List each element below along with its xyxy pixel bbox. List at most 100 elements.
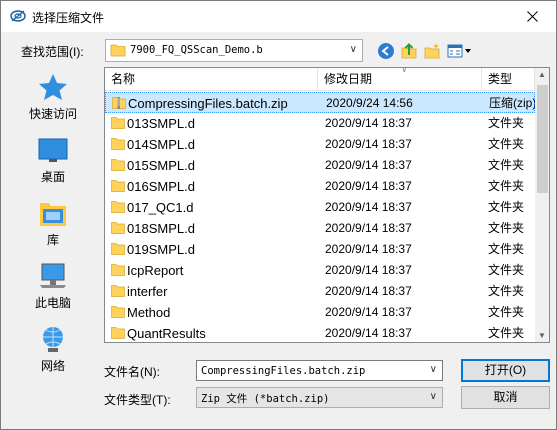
file-type: 文件夹 xyxy=(488,305,525,319)
scroll-thumb[interactable] xyxy=(537,85,548,193)
file-type: 文件夹 xyxy=(488,326,525,340)
file-row[interactable]: 017_QC1.d 2020/9/14 18:37 文件夹 xyxy=(105,197,535,218)
filetype-label: 文件类型(T): xyxy=(104,393,171,407)
place-quick-access[interactable]: 快速访问 xyxy=(9,68,97,128)
lookin-combo[interactable]: 7900_FQ_QSScan_Demo.b ∨ xyxy=(105,39,363,62)
chevron-down-icon[interactable]: ∨ xyxy=(430,391,437,402)
title-bar[interactable]: 选择压缩文件 xyxy=(1,1,556,32)
sort-chevron-icon: ∨ xyxy=(401,67,408,74)
lookin-label: 查找范围(I): xyxy=(21,45,84,59)
view-menu-button[interactable] xyxy=(446,40,474,62)
up-folder-button[interactable] xyxy=(398,40,420,62)
file-type: 文件夹 xyxy=(488,284,525,298)
app-icon xyxy=(10,8,26,24)
file-row[interactable]: IcpReport 2020/9/14 18:37 文件夹 xyxy=(105,260,535,281)
place-label: 桌面 xyxy=(40,170,65,184)
folder-icon xyxy=(111,158,125,172)
open-button[interactable]: 打开(O) xyxy=(461,359,550,382)
up-folder-icon xyxy=(401,43,417,59)
file-date: 2020/9/14 18:37 xyxy=(325,326,412,340)
vertical-scrollbar[interactable]: ▲ ▼ xyxy=(535,68,549,342)
cancel-button[interactable]: 取消 xyxy=(461,386,550,409)
file-type: 文件夹 xyxy=(488,221,525,235)
filename-combo[interactable]: ∨ xyxy=(196,360,443,381)
column-header-name[interactable]: 名称 xyxy=(105,68,318,90)
file-row[interactable]: CompressingFiles.batch.zip 2020/9/24 14:5… xyxy=(105,92,536,113)
list-header: 名称 修改日期 ∨ 类型 xyxy=(105,68,535,91)
place-library[interactable]: 库 xyxy=(9,194,97,254)
file-date: 2020/9/14 18:37 xyxy=(325,116,412,130)
file-date: 2020/9/14 18:37 xyxy=(325,242,412,256)
zip-icon xyxy=(112,96,126,110)
file-type: 文件夹 xyxy=(488,137,525,151)
filename-label: 文件名(N): xyxy=(104,365,160,379)
scroll-up-icon[interactable]: ▲ xyxy=(538,70,546,79)
place-label: 此电脑 xyxy=(34,296,71,310)
filetype-value: Zip 文件 (*batch.zip) xyxy=(201,393,330,405)
close-button[interactable] xyxy=(509,1,556,32)
file-row[interactable]: 013SMPL.d 2020/9/14 18:37 文件夹 xyxy=(105,113,535,134)
filename-input[interactable] xyxy=(201,363,423,379)
chevron-down-icon[interactable]: ∨ xyxy=(430,364,437,375)
file-date: 2020/9/24 14:56 xyxy=(326,96,413,110)
file-name: interfer xyxy=(127,284,168,299)
file-type: 文件夹 xyxy=(488,116,525,130)
folder-icon xyxy=(111,200,125,214)
file-row[interactable]: 019SMPL.d 2020/9/14 18:37 文件夹 xyxy=(105,239,535,260)
desktop-icon xyxy=(36,135,70,165)
column-header-date[interactable]: 修改日期 xyxy=(318,68,482,90)
file-name: 013SMPL.d xyxy=(127,116,195,131)
file-dialog: 选择压缩文件 查找范围(I): 7900_FQ_QSScan_Demo.b ∨ … xyxy=(0,0,557,430)
file-row[interactable]: interfer 2020/9/14 18:37 文件夹 xyxy=(105,281,535,302)
back-arrow-icon xyxy=(378,43,394,59)
file-date: 2020/9/14 18:37 xyxy=(325,221,412,235)
place-label: 快速访问 xyxy=(28,107,77,121)
folder-icon xyxy=(111,305,125,319)
file-row[interactable]: 018SMPL.d 2020/9/14 18:37 文件夹 xyxy=(105,218,535,239)
folder-icon xyxy=(111,326,125,340)
file-list[interactable]: 名称 修改日期 ∨ 类型 CompressingFiles.batch.zip 2… xyxy=(104,67,550,343)
folder-icon xyxy=(111,284,125,298)
new-folder-icon xyxy=(424,43,440,59)
file-date: 2020/9/14 18:37 xyxy=(325,179,412,193)
file-type: 压缩(zip) xyxy=(489,96,536,110)
file-date: 2020/9/14 18:37 xyxy=(325,158,412,172)
column-header-type[interactable]: 类型 xyxy=(482,68,535,90)
file-name: 014SMPL.d xyxy=(127,137,195,152)
back-button[interactable] xyxy=(375,40,397,62)
file-row[interactable]: QuantResults 2020/9/14 18:37 文件夹 xyxy=(105,323,535,342)
file-type: 文件夹 xyxy=(488,242,525,256)
file-date: 2020/9/14 18:37 xyxy=(325,137,412,151)
file-row[interactable]: 015SMPL.d 2020/9/14 18:37 文件夹 xyxy=(105,155,535,176)
place-label: 网络 xyxy=(40,359,65,373)
folder-icon xyxy=(111,116,125,130)
view-menu-icon xyxy=(447,44,471,58)
new-folder-button[interactable] xyxy=(421,40,443,62)
close-icon xyxy=(527,11,538,22)
file-name: 016SMPL.d xyxy=(127,179,195,194)
computer-icon xyxy=(36,261,70,291)
chevron-down-icon[interactable]: ∨ xyxy=(350,44,357,55)
place-desktop[interactable]: 桌面 xyxy=(9,131,97,191)
file-name: CompressingFiles.batch.zip xyxy=(128,96,288,111)
filetype-select[interactable]: Zip 文件 (*batch.zip) ∨ xyxy=(196,387,443,408)
file-name: 015SMPL.d xyxy=(127,158,195,173)
folder-icon xyxy=(110,43,126,60)
places-bar: 快速访问 桌面 库 此电脑 网络 xyxy=(9,68,97,378)
window-title: 选择压缩文件 xyxy=(32,11,105,25)
place-this-pc[interactable]: 此电脑 xyxy=(9,257,97,317)
file-name: 017_QC1.d xyxy=(127,200,194,215)
file-row[interactable]: Method 2020/9/14 18:37 文件夹 xyxy=(105,302,535,323)
file-row[interactable]: 014SMPL.d 2020/9/14 18:37 文件夹 xyxy=(105,134,535,155)
file-date: 2020/9/14 18:37 xyxy=(325,284,412,298)
scroll-down-icon[interactable]: ▼ xyxy=(538,331,546,340)
file-type: 文件夹 xyxy=(488,263,525,277)
file-name: QuantResults xyxy=(127,326,206,341)
file-date: 2020/9/14 18:37 xyxy=(325,200,412,214)
place-network[interactable]: 网络 xyxy=(9,320,97,380)
file-row[interactable]: 016SMPL.d 2020/9/14 18:37 文件夹 xyxy=(105,176,535,197)
library-icon xyxy=(36,198,70,228)
file-date: 2020/9/14 18:37 xyxy=(325,305,412,319)
star-icon xyxy=(36,72,70,102)
file-name: 018SMPL.d xyxy=(127,221,195,236)
